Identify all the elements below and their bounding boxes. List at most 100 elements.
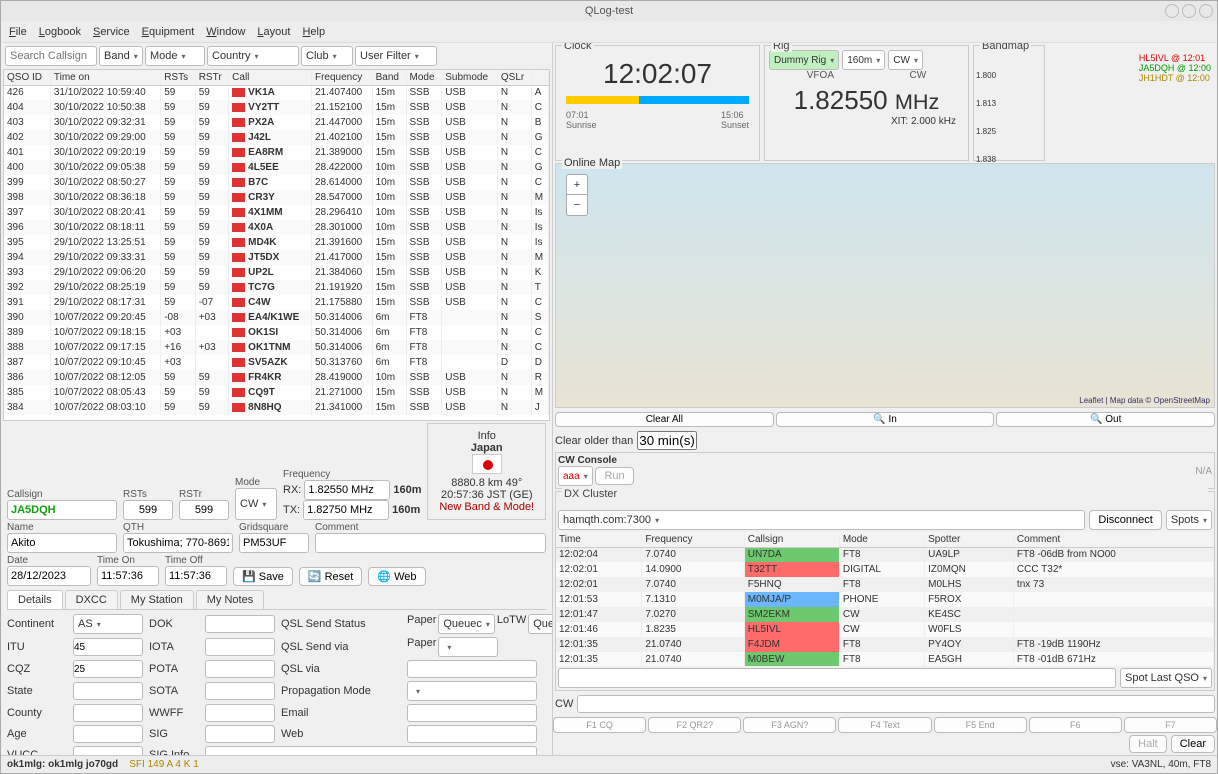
time-on-input[interactable] [97, 566, 159, 586]
dx-row[interactable]: 12:01:3521.0740F4JDMFT8PY4OYFT8 -19dB 11… [556, 637, 1214, 652]
qso-log-table[interactable]: QSO IDTime onRSTsRSTrCallFrequencyBandMo… [3, 69, 550, 421]
table-row[interactable]: 39730/10/2022 08:20:4159594X1MM28.296410… [4, 205, 549, 220]
iota-input[interactable] [205, 638, 275, 656]
web-input[interactable] [407, 725, 537, 743]
dx-row[interactable]: 12:02:0114.0900T32TTDIGITALIZ0MQNCCC T32… [556, 562, 1214, 577]
menu-window[interactable]: Window [206, 26, 245, 38]
dx-row[interactable]: 12:02:047.0740UN7DAFT8UA9LPFT8 -06dB fro… [556, 547, 1214, 562]
dok-input[interactable] [205, 615, 275, 633]
dx-row[interactable]: 12:02:017.0740F5HNQFT8M0LHStnx 73 [556, 577, 1214, 592]
table-row[interactable]: 40230/10/2022 09:29:005959J42L21.4021001… [4, 130, 549, 145]
tab-details[interactable]: Details [7, 590, 63, 609]
continent-select[interactable]: AS [73, 614, 143, 634]
search-callsign-input[interactable] [5, 46, 97, 66]
pota-input[interactable] [205, 660, 275, 678]
cw-fkey[interactable]: F2 QR2? [648, 717, 741, 733]
country-filter[interactable]: Country [207, 46, 299, 66]
reset-button[interactable]: 🔄 Reset [299, 567, 363, 586]
web-button[interactable]: 🌐 Web [368, 567, 425, 586]
zoom-in-button[interactable]: + [567, 175, 587, 195]
menu-help[interactable]: Help [302, 26, 325, 38]
cw-fkey[interactable]: F7 [1124, 717, 1217, 733]
table-row[interactable]: 38610/07/2022 08:12:055959FR4KR28.419000… [4, 370, 549, 385]
prop-sel[interactable] [407, 681, 537, 701]
zoom-in-bm[interactable]: 🔍 In [776, 412, 995, 427]
tx-freq-input[interactable] [303, 500, 389, 520]
table-row[interactable]: 40330/10/2022 09:32:315959PX2A21.4470001… [4, 115, 549, 130]
rig-mode[interactable]: CW [888, 50, 923, 70]
online-map[interactable]: Online Map + − Leaflet | Map data © Open… [555, 163, 1215, 408]
menu-equipment[interactable]: Equipment [142, 26, 195, 38]
table-row[interactable]: 38710/07/2022 09:10:45+03SV5AZK50.313760… [4, 355, 549, 370]
user-filter[interactable]: User Filter [355, 46, 437, 66]
dx-row[interactable]: 12:01:3521.0740M0BEWFT8EA5GHFT8 -01dB 67… [556, 652, 1214, 666]
dx-server[interactable]: hamqth.com:7300 [558, 510, 1085, 530]
dx-row[interactable]: 12:01:461.8235HL5IVLCWW0FLS [556, 622, 1214, 637]
mode-select[interactable]: CW [235, 488, 277, 520]
band-filter[interactable]: Band [99, 46, 143, 66]
table-row[interactable]: 39429/10/2022 09:33:315959JT5DX21.417000… [4, 250, 549, 265]
table-row[interactable]: 39630/10/2022 08:18:1159594X0A28.3010001… [4, 220, 549, 235]
tab-dxcc[interactable]: DXCC [65, 590, 118, 609]
dx-row[interactable]: 12:01:537.1310M0MJA/PPHONEF5ROX [556, 592, 1214, 607]
rig-select[interactable]: Dummy Rig [769, 50, 839, 70]
minimize-button[interactable] [1165, 4, 1179, 18]
cw-fkey[interactable]: F5 End [934, 717, 1027, 733]
table-row[interactable]: 39229/10/2022 08:25:195959TC7G21.1919201… [4, 280, 549, 295]
menu-file[interactable]: File [9, 26, 27, 38]
cw-run[interactable]: Run [595, 467, 633, 485]
table-row[interactable]: 38410/07/2022 08:03:1059598N8HQ21.341000… [4, 400, 549, 415]
spot-last-qso[interactable]: Spot Last QSO [1120, 668, 1212, 688]
sig-input[interactable] [205, 725, 275, 743]
comment-input[interactable] [315, 533, 546, 553]
callsign-input[interactable] [7, 500, 117, 520]
spot-input[interactable] [558, 668, 1116, 688]
zoom-out-button[interactable]: − [567, 195, 587, 215]
menu-logbook[interactable]: Logbook [39, 26, 81, 38]
menu-service[interactable]: Service [93, 26, 130, 38]
itu-input[interactable] [73, 638, 143, 656]
rig-band[interactable]: 160m [842, 50, 885, 70]
email-input[interactable] [407, 704, 537, 722]
grid-input[interactable] [239, 533, 309, 553]
table-row[interactable]: 42631/10/2022 10:59:405959VK1A21.4074001… [4, 85, 549, 100]
tab-my-station[interactable]: My Station [120, 590, 194, 609]
paper2-sel[interactable] [438, 637, 498, 657]
cw-fkey[interactable]: F4 Text [838, 717, 931, 733]
sota-input[interactable] [205, 682, 275, 700]
date-input[interactable] [7, 566, 91, 586]
cqz-input[interactable] [73, 660, 143, 678]
tab-my-notes[interactable]: My Notes [196, 590, 264, 609]
paper-sel[interactable]: Queuec [438, 614, 495, 634]
table-row[interactable]: 39329/10/2022 09:06:205959UP2L21.3840601… [4, 265, 549, 280]
lotw-sel[interactable]: Queued [528, 614, 552, 634]
clear-button[interactable]: Clear [1171, 735, 1215, 753]
clear-all-button[interactable]: Clear All [555, 412, 774, 427]
menu-layout[interactable]: Layout [257, 26, 290, 38]
table-row[interactable]: 38910/07/2022 09:18:15+03OK1SI50.3140066… [4, 325, 549, 340]
maximize-button[interactable] [1182, 4, 1196, 18]
disconnect-button[interactable]: Disconnect [1089, 510, 1161, 530]
close-button[interactable] [1199, 4, 1213, 18]
county-input[interactable] [73, 704, 143, 722]
qslvia-input[interactable] [407, 660, 537, 678]
table-row[interactable]: 38810/07/2022 09:17:15+16+03OK1TNM50.314… [4, 340, 549, 355]
table-row[interactable]: 39010/07/2022 09:20:45-08+03EA4/K1WE50.3… [4, 310, 549, 325]
zoom-out-bm[interactable]: 🔍 Out [996, 412, 1215, 427]
rsts-input[interactable] [123, 500, 173, 520]
table-row[interactable]: 39930/10/2022 08:50:275959B7C28.61400010… [4, 175, 549, 190]
vucc-input[interactable] [73, 746, 143, 755]
age-input[interactable] [73, 725, 143, 743]
table-row[interactable]: 39830/10/2022 08:36:185959CR3Y28.5470001… [4, 190, 549, 205]
table-row[interactable]: 40030/10/2022 09:05:3859594L5EE28.422000… [4, 160, 549, 175]
halt-button[interactable]: Halt [1129, 735, 1167, 753]
wwff-input[interactable] [205, 704, 275, 722]
clear-older-input[interactable] [637, 431, 697, 450]
cw-input[interactable] [577, 695, 1215, 713]
rx-freq-input[interactable] [304, 480, 390, 500]
table-row[interactable]: 39529/10/2022 13:25:515959MD4K21.3916001… [4, 235, 549, 250]
siginfo-input[interactable] [205, 746, 537, 755]
dx-row[interactable]: 12:01:477.0270SM2EKMCWKE4SC [556, 607, 1214, 622]
table-row[interactable]: 38510/07/2022 08:05:435959CQ9T21.2710001… [4, 385, 549, 400]
cw-fkey[interactable]: F3 AGN? [743, 717, 836, 733]
